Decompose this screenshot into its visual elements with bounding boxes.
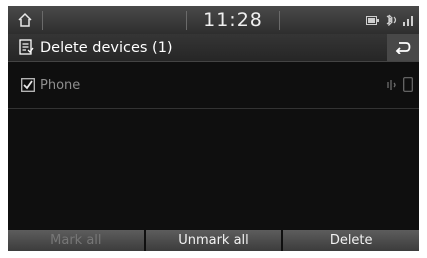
signal-icon xyxy=(403,16,413,26)
back-button[interactable] xyxy=(387,34,419,61)
status-icons xyxy=(366,6,413,34)
home-button[interactable] xyxy=(8,6,42,34)
back-icon xyxy=(395,42,411,54)
page-title: Delete devices (1) xyxy=(40,39,173,56)
battery-icon xyxy=(366,15,379,25)
list-item[interactable]: Phone xyxy=(8,62,419,109)
bluetooth-phone-icon xyxy=(386,14,397,26)
status-divider xyxy=(279,11,280,30)
phone-icon xyxy=(403,77,413,92)
page-header: Delete devices (1) xyxy=(8,34,419,62)
list-delete-icon xyxy=(19,39,34,55)
device-name: Phone xyxy=(40,77,81,93)
device-status-icons xyxy=(386,77,413,92)
delete-button[interactable]: Delete xyxy=(283,230,419,251)
bottom-bar: Mark all Unmark all Delete xyxy=(8,230,419,251)
screen: 11:28 Delete devices (1) Phone Mark all … xyxy=(8,6,419,251)
mark-all-button[interactable]: Mark all xyxy=(8,230,144,251)
checkbox-checked-icon[interactable] xyxy=(21,78,35,92)
unmark-all-button[interactable]: Unmark all xyxy=(145,230,282,251)
audio-streaming-icon xyxy=(387,79,396,90)
home-icon xyxy=(18,12,32,27)
clock: 11:28 xyxy=(203,9,263,31)
status-divider xyxy=(42,11,43,30)
status-bar: 11:28 xyxy=(8,6,419,34)
